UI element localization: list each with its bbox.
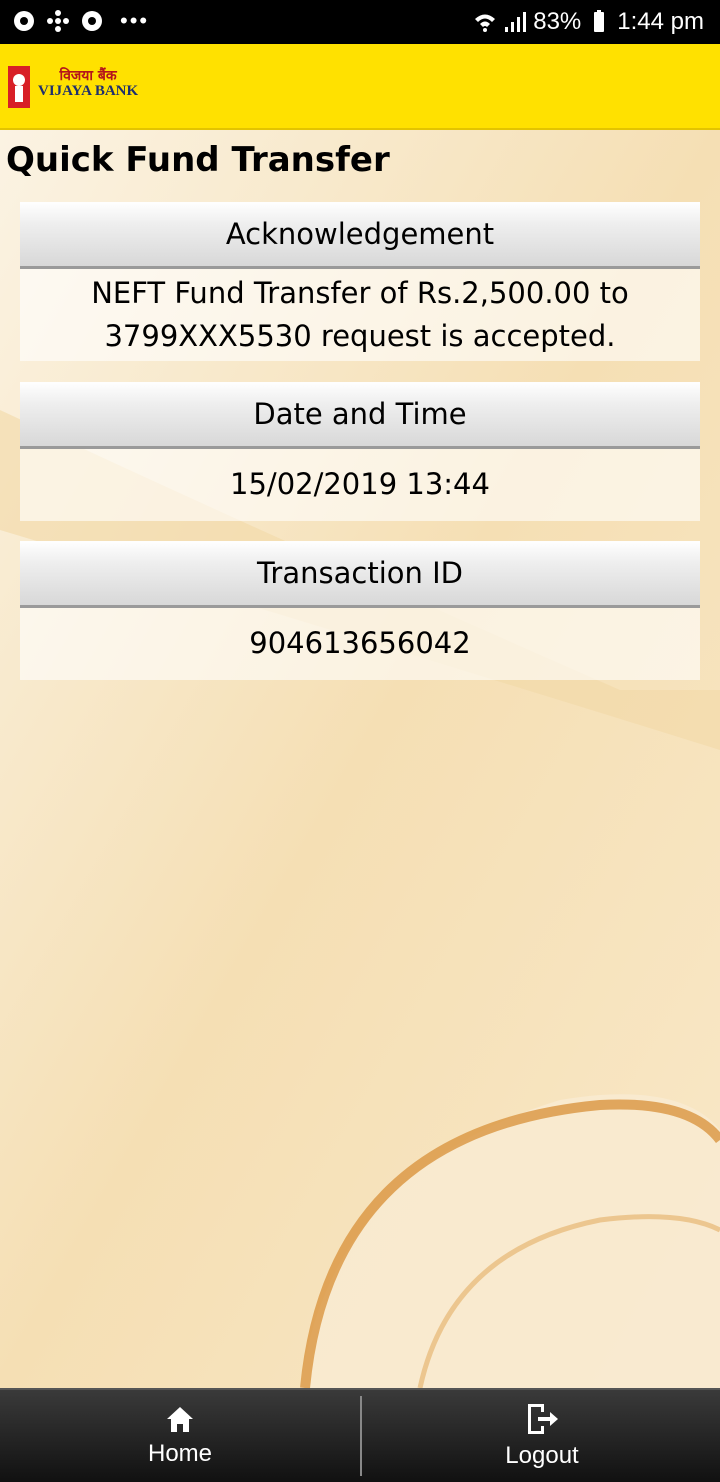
app-header: विजया बैंक VIJAYA BANK	[0, 44, 720, 130]
logout-label: Logout	[505, 1442, 579, 1469]
logout-button[interactable]: Logout	[362, 1390, 720, 1482]
fan-icon	[47, 10, 69, 32]
acknowledgement-line-2: 3799XXX5530 request is accepted.	[104, 319, 616, 353]
transaction-id-value: 904613656042	[20, 608, 700, 680]
logo-english-text: VIJAYA BANK	[38, 82, 139, 99]
more-dots-icon: •••	[120, 8, 150, 33]
acknowledgement-line-1: NEFT Fund Transfer of Rs.2,500.00 to	[91, 275, 629, 310]
transaction-id-header: Transaction ID	[20, 541, 700, 608]
wifi-icon	[475, 14, 496, 32]
home-icon	[167, 1407, 193, 1432]
acknowledgement-card: Acknowledgement NEFT Fund Transfer of Rs…	[20, 202, 700, 361]
clock: 1:44 pm	[617, 8, 704, 35]
date-time-header: Date and Time	[20, 382, 700, 449]
acknowledgement-header: Acknowledgement	[20, 202, 700, 269]
signal-icon	[505, 12, 527, 32]
status-bar: ••• 83% 1:44 pm	[0, 0, 720, 44]
chrome-icon	[82, 11, 102, 31]
bank-logo: विजया बैंक VIJAYA BANK	[6, 62, 150, 112]
battery-icon	[594, 10, 605, 32]
logo-hindi-text: विजया बैंक	[59, 68, 117, 85]
page-title: Quick Fund Transfer	[6, 140, 390, 180]
date-time-card: Date and Time 15/02/2019 13:44	[20, 382, 700, 521]
logout-icon	[528, 1404, 558, 1434]
logo-tagline	[38, 100, 138, 105]
home-label: Home	[147, 1440, 213, 1467]
home-button[interactable]: Home	[0, 1390, 360, 1482]
acknowledgement-message: NEFT Fund Transfer of Rs.2,500.00 to 379…	[20, 269, 700, 361]
date-time-value: 15/02/2019 13:44	[20, 449, 700, 521]
bottom-navigation: Home Logout	[0, 1388, 720, 1482]
chrome-icon	[14, 11, 34, 31]
vijaya-bank-emblem-icon	[8, 66, 30, 108]
transaction-id-card: Transaction ID 904613656042	[20, 541, 700, 680]
battery-percent: 83%	[533, 8, 582, 35]
